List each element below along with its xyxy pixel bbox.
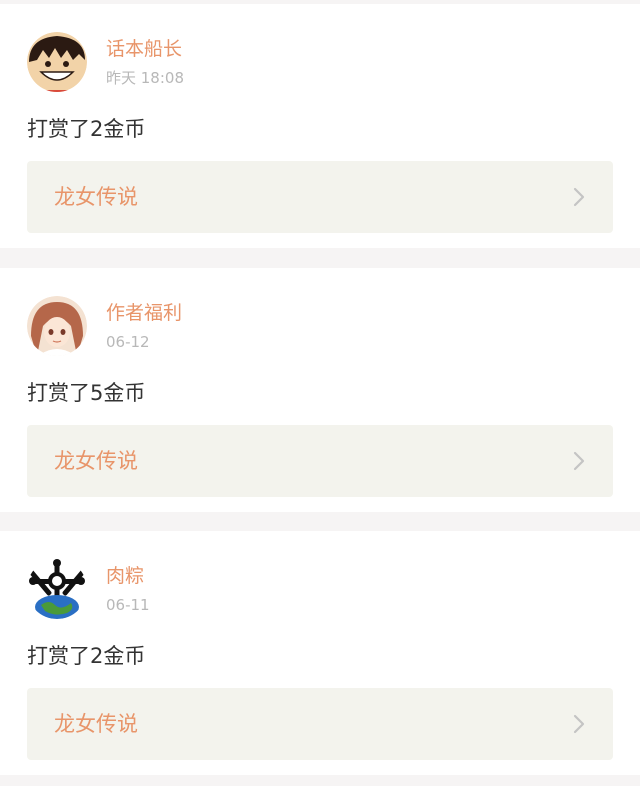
reward-card: 作者福利 06-12 打赏了5金币 龙女传说 (0, 268, 640, 512)
timestamp: 06-11 (106, 596, 150, 614)
chevron-right-icon (569, 714, 589, 734)
username[interactable]: 话本船长 (106, 37, 182, 61)
book-title: 龙女传说 (54, 712, 138, 736)
book-link[interactable]: 龙女传说 (27, 161, 613, 233)
timestamp: 06-12 (106, 333, 150, 351)
avatar[interactable] (27, 296, 87, 356)
avatar[interactable] (27, 32, 87, 92)
reward-message: 打赏了5金币 (27, 381, 146, 405)
reward-message: 打赏了2金币 (27, 117, 146, 141)
timestamp: 昨天 18:08 (106, 69, 184, 87)
reward-feed: 话本船长 昨天 18:08 打赏了2金币 龙女传说 作者福利 06-12 打赏了… (0, 0, 640, 786)
reward-message: 打赏了2金币 (27, 644, 146, 668)
avatar[interactable] (27, 559, 87, 619)
cartoon-pirate-avatar (27, 32, 87, 92)
book-title: 龙女传说 (54, 185, 138, 209)
globe-emblem-avatar (27, 559, 87, 619)
chevron-right-icon (569, 451, 589, 471)
username[interactable]: 肉粽 (106, 564, 144, 588)
chevron-right-icon (569, 187, 589, 207)
anime-girl-avatar (27, 296, 87, 356)
reward-card: 肉粽 06-11 打赏了2金币 龙女传说 (0, 531, 640, 775)
reward-card: 话本船长 昨天 18:08 打赏了2金币 龙女传说 (0, 4, 640, 248)
book-link[interactable]: 龙女传说 (27, 425, 613, 497)
username[interactable]: 作者福利 (106, 301, 182, 325)
book-title: 龙女传说 (54, 449, 138, 473)
book-link[interactable]: 龙女传说 (27, 688, 613, 760)
